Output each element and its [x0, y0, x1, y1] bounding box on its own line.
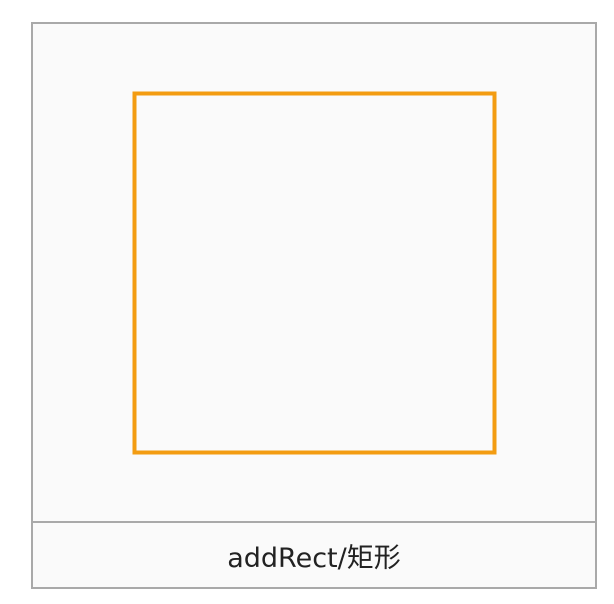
canvas-area — [33, 24, 595, 521]
rectangle-shape — [132, 91, 497, 455]
demo-card: addRect/矩形 — [31, 22, 597, 589]
caption-label: addRect/矩形 — [227, 542, 401, 574]
canvas-svg — [132, 91, 497, 455]
